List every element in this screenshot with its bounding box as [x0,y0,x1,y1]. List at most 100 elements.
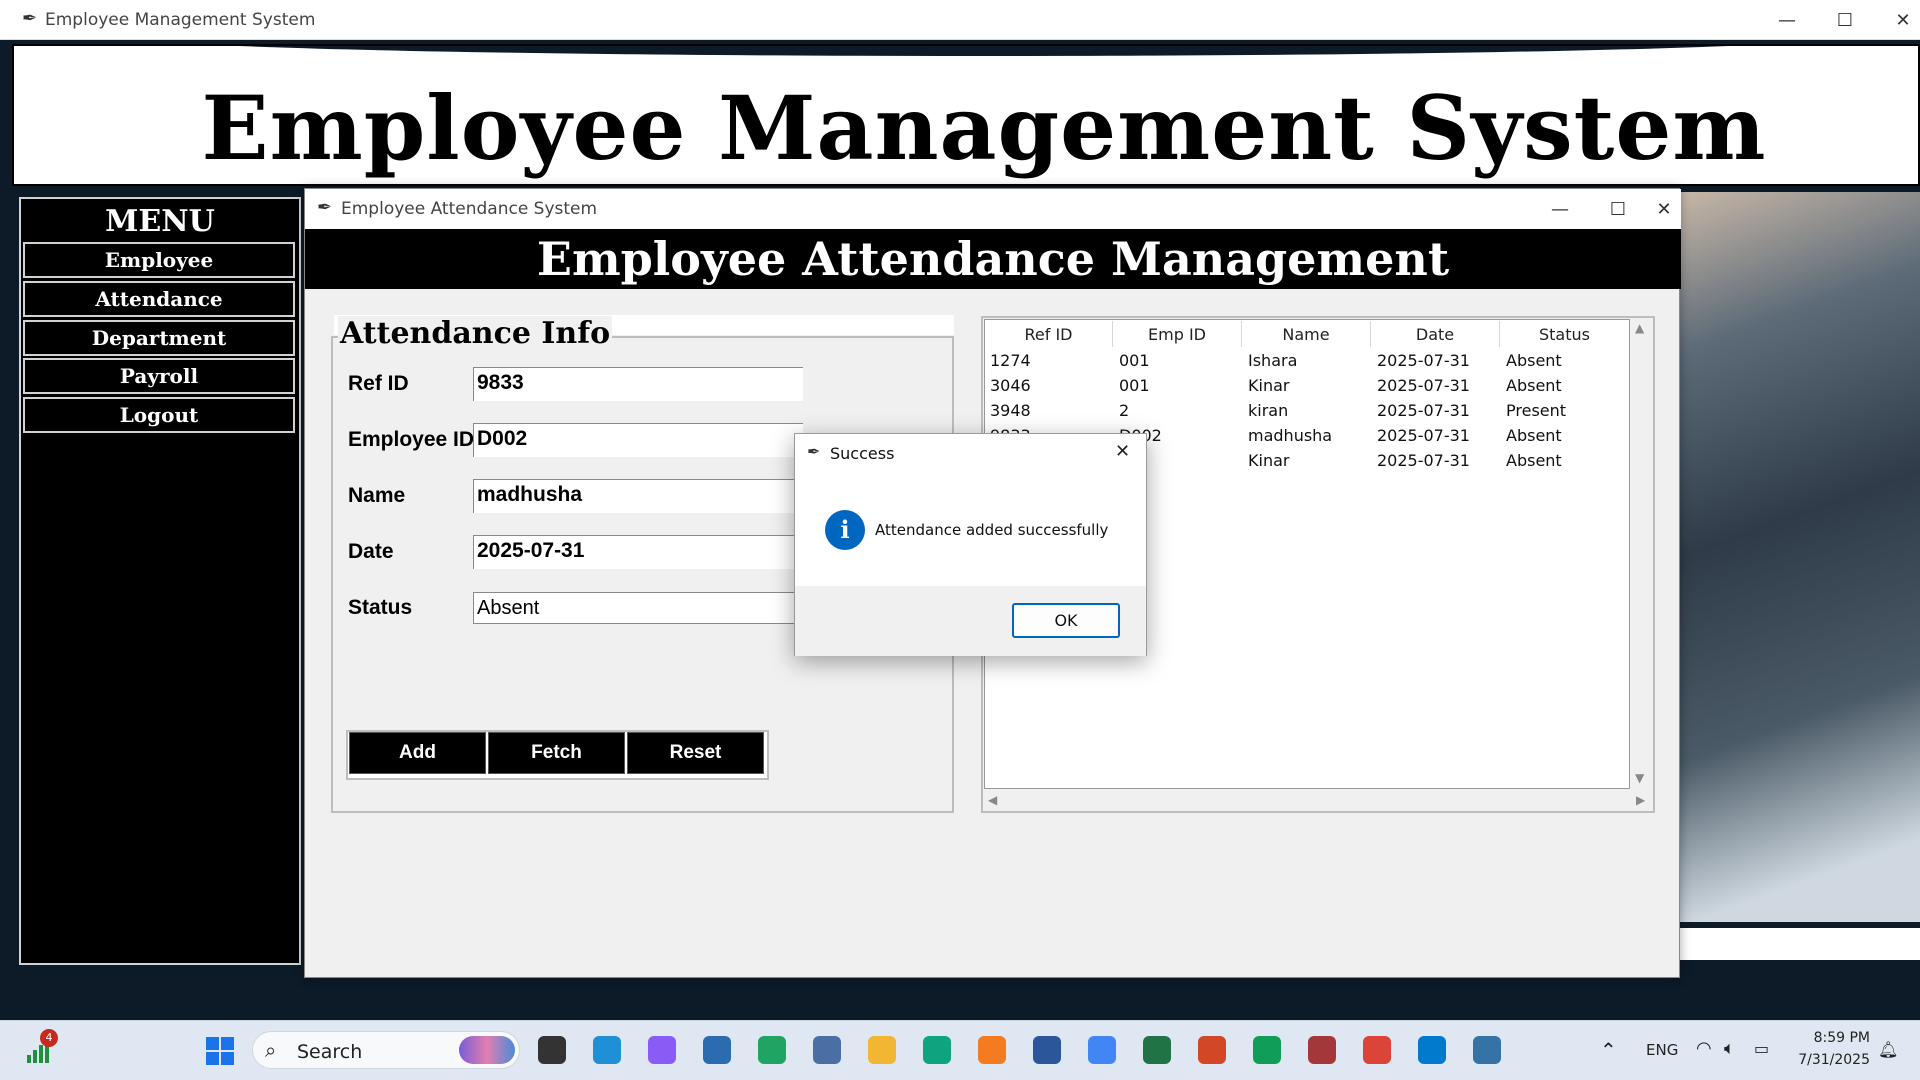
date-field[interactable]: 2025-07-31 [473,535,803,569]
table-cell[interactable]: 2025-07-31 [1377,376,1470,395]
task-view-icon[interactable] [538,1036,566,1064]
search-box[interactable]: ⌕ Search [252,1031,520,1069]
table-cell[interactable]: Absent [1506,351,1562,370]
column-header[interactable]: Emp ID [1113,321,1242,347]
column-header[interactable]: Ref ID [985,321,1113,347]
chrome-icon[interactable] [1363,1036,1391,1064]
copilot-icon[interactable] [648,1036,676,1064]
menu-payroll-button[interactable]: Payroll [23,358,295,394]
table-cell[interactable]: 1274 [990,351,1031,370]
scroll-left-icon[interactable]: ◀ [988,793,997,807]
table-cell[interactable]: 001 [1119,351,1150,370]
employee-id-field[interactable]: D002 [473,423,803,457]
table-cell[interactable]: Absent [1506,376,1562,395]
notification-badge: 4 [40,1029,58,1047]
table-cell[interactable]: Ishara [1248,351,1297,370]
table-cell[interactable]: Kinar [1248,376,1289,395]
powerpoint-icon[interactable] [1198,1036,1226,1064]
name-label: Name [348,484,406,507]
success-dialog: ✒ Success ✕ i Attendance added successfu… [794,433,1147,656]
menu-department-button[interactable]: Department [23,320,295,356]
moodle-icon[interactable] [978,1036,1006,1064]
table-cell[interactable]: Present [1506,401,1566,420]
clock-time[interactable]: 8:59 PM [1776,1030,1870,1046]
fetch-button[interactable]: Fetch [488,732,625,774]
ok-button[interactable]: OK [1012,603,1120,638]
feather-icon: ✒ [22,8,38,29]
reset-button[interactable]: Reset [627,732,764,774]
menu-attendance-button[interactable]: Attendance [23,281,295,317]
close-icon[interactable]: ✕ [1874,0,1920,40]
translate-icon[interactable] [1088,1036,1116,1064]
table-cell[interactable]: Kinar [1248,451,1289,470]
start-icon[interactable] [205,1036,235,1066]
language-indicator[interactable]: ENG [1646,1041,1678,1059]
dialog-close-icon[interactable]: ✕ [1115,441,1130,462]
attendance-window-title: Employee Attendance System [341,199,598,219]
banner-top-arc [124,46,1844,56]
scroll-right-icon[interactable]: ▶ [1636,793,1645,807]
menu-employee-button[interactable]: Employee [23,242,295,278]
classroom-icon[interactable] [1253,1036,1281,1064]
close-icon[interactable]: ✕ [1647,189,1681,229]
table-cell[interactable]: Absent [1506,426,1562,445]
column-header[interactable]: Status [1500,321,1629,347]
excel-icon[interactable] [1143,1036,1171,1064]
maximize-icon[interactable]: ☐ [1816,0,1874,40]
table-cell[interactable]: madhusha [1248,426,1332,445]
store-icon[interactable] [703,1036,731,1064]
table-cell[interactable]: 001 [1119,376,1150,395]
maximize-icon[interactable]: ☐ [1589,189,1647,229]
google-drive-icon[interactable] [758,1036,786,1064]
table-cell[interactable]: 2025-07-31 [1377,426,1470,445]
vertical-scrollbar[interactable]: ▲ ▼ [1631,319,1651,789]
main-title-bar: ✒ Employee Management System — ☐ ✕ [0,0,1920,40]
table-cell[interactable]: 2025-07-31 [1377,401,1470,420]
chatgpt-icon[interactable] [923,1036,951,1064]
column-header[interactable]: Name [1242,321,1371,347]
column-header[interactable]: Date [1371,321,1500,347]
notifications-bell-icon[interactable]: 🔔︎ [1878,1040,1898,1059]
attendance-title-bar: ✒ Employee Attendance System — ☐ ✕ [305,189,1681,229]
volume-icon[interactable]: 🔈︎ [1724,1038,1735,1059]
table-cell[interactable]: 3948 [990,401,1031,420]
add-button[interactable]: Add [349,732,486,774]
background-photo [1672,192,1920,922]
package-icon[interactable] [813,1036,841,1064]
main-window-title: Employee Management System [45,10,316,30]
status-select[interactable]: Absent [473,592,803,624]
chevron-up-icon[interactable]: ⌃ [1600,1038,1617,1062]
table-cell[interactable]: Absent [1506,451,1562,470]
name-field[interactable]: madhusha [473,479,803,513]
menu-title: MENU [105,204,215,239]
python-icon[interactable] [1473,1036,1501,1064]
attendance-info-title: Attendance Info [338,316,613,351]
table-cell[interactable]: 2025-07-31 [1377,451,1470,470]
horizontal-scrollbar[interactable]: ◀ ▶ [984,792,1651,810]
table-cell[interactable]: 3046 [990,376,1031,395]
table-cell[interactable]: kiran [1248,401,1288,420]
table-cell[interactable]: 2 [1119,401,1129,420]
battery-icon[interactable]: ▭ [1754,1039,1769,1058]
employee-id-label: Employee ID [348,428,475,451]
scroll-down-icon[interactable]: ▼ [1635,771,1644,785]
info-icon: i [825,510,865,550]
access-icon[interactable] [1308,1036,1336,1064]
dialog-title-bar: ✒ Success ✕ [795,434,1148,472]
edge-icon[interactable] [593,1036,621,1064]
minimize-icon[interactable]: — [1758,0,1816,40]
vscode-icon[interactable] [1418,1036,1446,1064]
menu-logout-button[interactable]: Logout [23,397,295,433]
word-icon[interactable] [1033,1036,1061,1064]
wifi-icon[interactable]: ◠ [1696,1038,1712,1059]
table-cell[interactable]: 2025-07-31 [1377,351,1470,370]
clock-date[interactable]: 7/31/2025 [1776,1052,1870,1068]
status-label: Status [348,596,413,619]
dialog-title: Success [830,444,895,463]
scroll-up-icon[interactable]: ▲ [1635,321,1644,335]
file-explorer-icon[interactable] [868,1036,896,1064]
minimize-icon[interactable]: — [1531,189,1589,229]
dialog-message: Attendance added successfully [875,521,1109,539]
widgets-icon[interactable]: 4 [24,1029,58,1065]
ref-id-field[interactable]: 9833 [473,367,803,401]
